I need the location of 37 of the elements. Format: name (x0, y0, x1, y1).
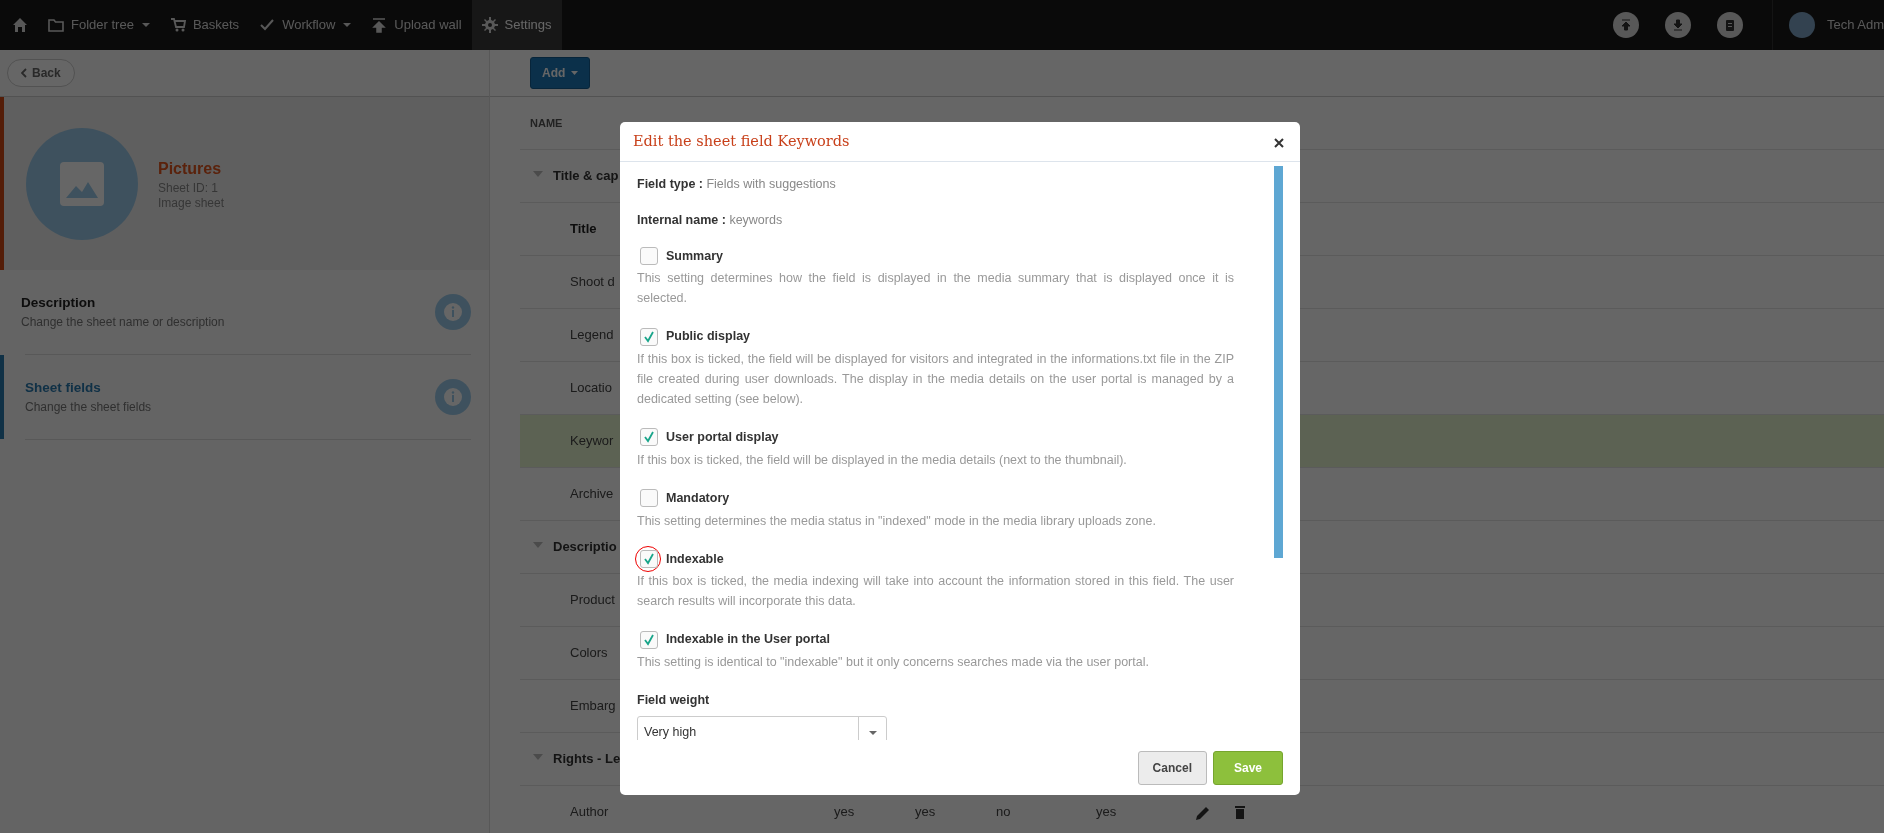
field-label: Field weight (637, 692, 711, 709)
field-name: Shoot d (570, 274, 615, 290)
option-description: If this box is ticked, the field will be displayed for visitors and integrated in the informations.txt file in the ZIP file created during user downloads. The display in the media details on the user portal is managed by a dedicated setting (see below). (637, 351, 1234, 408)
option-description: This setting determines the media status in "indexed" mode in the media library uploads zone. (637, 512, 1157, 530)
field-name: Locatio (570, 380, 612, 396)
field-name: Embarg (570, 698, 616, 714)
table-cell: no (996, 804, 1011, 820)
column-header: NAME (529, 115, 564, 131)
group-name: Rights - Le (553, 750, 621, 769)
info-line: Field type : Fields with suggestions (637, 176, 837, 193)
field-name: Product (570, 592, 615, 608)
checkbox-label: Indexable in the User portal (666, 631, 830, 649)
field-name: Author (570, 804, 609, 820)
field-name: Keywor (570, 433, 614, 449)
info-line: Internal name : keywords (637, 211, 784, 229)
checkbox-label: Indexable (666, 550, 724, 568)
group-name: Title & cap (553, 167, 619, 186)
checkbox-label: User portal display (666, 429, 779, 446)
option-description: This setting is identical to "indexable" but it only concerns searches made via the user portal. (637, 654, 1150, 671)
option-description: If this box is ticked, the media indexing will take into account the information stored in this field. The user search results will incorporate this data. (637, 573, 1234, 611)
modal-title: Edit the sheet field Keywords (633, 131, 850, 151)
field-name: Title (570, 221, 597, 237)
group-name: Descriptio (553, 538, 617, 557)
field-name: Colors (570, 645, 608, 661)
sheet-title: Pictures (158, 158, 223, 179)
checkbox-label: Public display (666, 328, 751, 346)
table-cell: yes (834, 804, 855, 820)
option-description: If this box is ticked, the field will be displayed in the media details (next to the thumbnail). (637, 451, 1128, 469)
field-name: Legend (570, 327, 614, 343)
section-title: Description (21, 293, 97, 312)
table-cell: yes (915, 804, 936, 820)
checkbox-label: Mandatory (666, 489, 730, 507)
checkbox-label: Summary (666, 247, 723, 265)
field-name: Archive (570, 486, 614, 502)
table-cell: yes (1096, 804, 1117, 820)
section-title: Sheet fields (25, 378, 102, 397)
option-description: This setting determines how the field is displayed in the media summary that is displayed once it is selected. (637, 270, 1234, 308)
